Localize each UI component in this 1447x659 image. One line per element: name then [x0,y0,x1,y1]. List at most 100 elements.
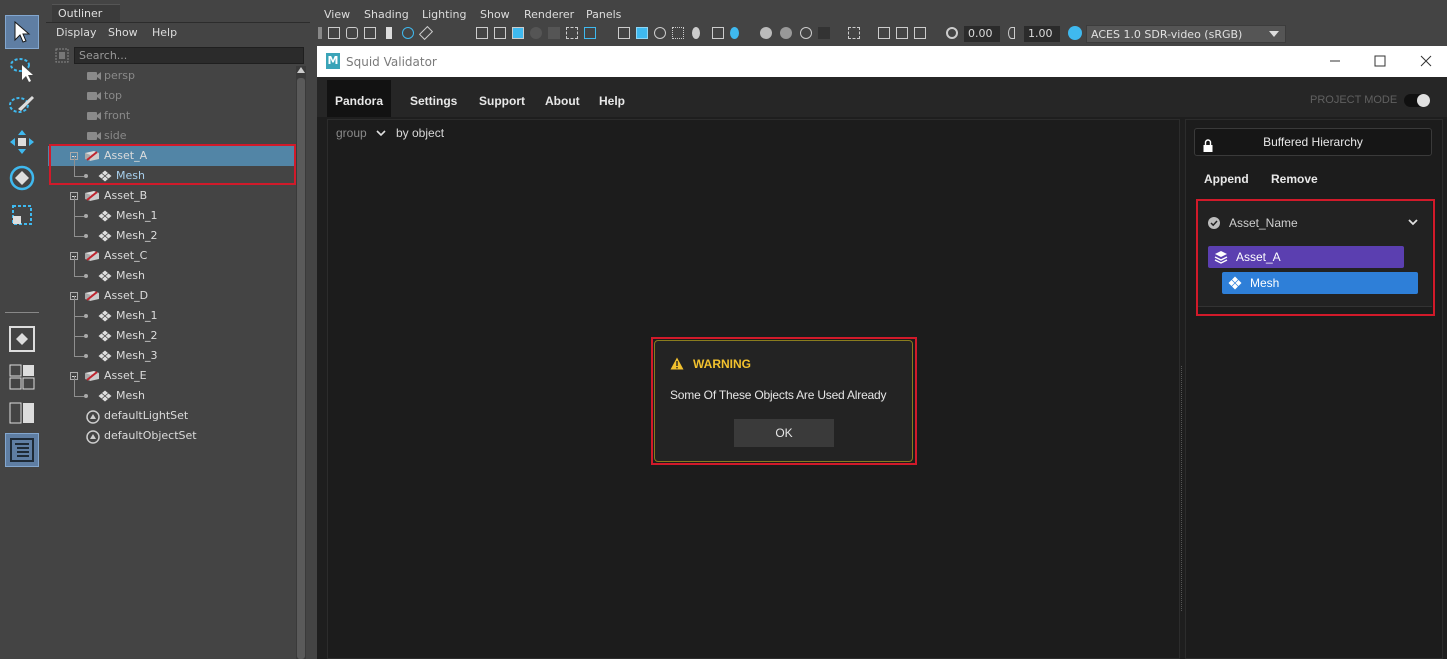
gamma-icon[interactable] [1008,27,1015,39]
append-button[interactable]: Append [1204,172,1249,186]
viewport-menu-renderer[interactable]: Renderer [524,8,574,21]
outliner-mesh-item[interactable]: Mesh [48,256,296,286]
exposure-icon[interactable] [946,27,958,39]
smooth-shade-icon[interactable] [636,27,648,39]
exposure-field[interactable]: 0.00 [964,26,1000,42]
outliner-asset-item[interactable]: Asset_D [48,286,296,306]
outliner-asset-item[interactable]: Asset_B [48,186,296,206]
motion-blur-icon[interactable] [780,27,792,39]
textures-icon[interactable] [730,27,739,39]
group-chevron-down-icon[interactable] [376,127,386,137]
viewport-menu-view[interactable]: View [324,8,350,21]
asset-icon [84,290,100,305]
gate-mask-icon[interactable] [530,27,542,39]
nav-pandora[interactable]: Pandora [327,80,391,117]
outliner-set-item[interactable]: defaultObjectSet [48,426,296,446]
outliner-tab[interactable]: Outliner [52,4,120,22]
card-chevron-down-icon[interactable] [1408,217,1418,227]
scroll-up-icon[interactable] [297,67,305,73]
two-view-layout-icon[interactable] [5,396,39,430]
xray-joints-icon[interactable] [896,27,908,39]
outliner-asset-item[interactable]: Asset_E [48,366,296,386]
single-layout-icon[interactable] [5,322,39,356]
anti-aliasing-icon[interactable] [800,27,812,39]
xray-icon[interactable] [672,27,684,39]
viewport-menu-shading[interactable]: Shading [364,8,409,21]
outliner-menu-help[interactable]: Help [152,26,177,39]
outliner-camera-item[interactable]: persp [48,66,296,86]
color-space-select[interactable]: ACES 1.0 SDR-video (sRGB) [1086,25,1286,43]
outliner-menu-show[interactable]: Show [108,26,138,39]
close-icon[interactable] [1416,52,1436,70]
select-tool-icon[interactable] [5,15,39,49]
remove-button[interactable]: Remove [1271,172,1318,186]
outliner-asset-item[interactable]: Asset_A [48,146,296,166]
scrollbar-thumb[interactable] [297,78,305,659]
nav-help[interactable]: Help [599,94,625,116]
viewport-menu-show[interactable]: Show [480,8,510,21]
viewport-menu-lighting[interactable]: Lighting [422,8,466,21]
image-plane-icon[interactable] [386,27,392,39]
nav-about[interactable]: About [545,94,580,116]
ok-button[interactable]: OK [734,419,834,447]
outliner-mesh-item[interactable]: Mesh_1 [48,296,296,326]
scale-tool-icon[interactable] [5,198,39,232]
depth-of-field-icon[interactable] [818,27,830,39]
rotate-tool-icon[interactable] [5,161,39,195]
outliner-camera-item[interactable]: side [48,126,296,146]
filter-icon[interactable] [54,47,70,64]
maximize-icon[interactable] [1370,52,1390,70]
outliner-mesh-item[interactable]: Mesh [48,376,296,406]
resolution-gate-icon[interactable] [512,27,524,39]
mesh-pill[interactable]: Mesh [1222,272,1418,294]
outliner-asset-item[interactable]: Asset_C [48,246,296,266]
isolate-select-icon[interactable] [848,27,860,39]
safe-title-icon[interactable] [584,27,596,39]
window-titlebar[interactable]: M Squid Validator [317,46,1447,77]
gamma-field[interactable]: 1.00 [1024,26,1060,42]
outliner-mesh-item[interactable]: Mesh [48,156,296,186]
buffered-hierarchy-button[interactable]: Buffered Hierarchy [1194,128,1432,156]
camera-attributes-icon[interactable] [346,27,358,39]
outliner-set-item[interactable]: defaultLightSet [48,406,296,426]
lighting-icon[interactable] [692,27,700,39]
nav-support[interactable]: Support [479,94,525,116]
outliner-camera-item[interactable]: top [48,86,296,106]
outliner-mesh-item[interactable]: Mesh_1 [48,196,296,226]
viewport-menu-panels[interactable]: Panels [586,8,621,21]
camera-select-icon[interactable] [328,27,340,39]
nav-settings[interactable]: Settings [410,94,457,116]
outliner-mesh-item[interactable]: Mesh_2 [48,316,296,346]
outliner-menu-display[interactable]: Display [56,26,97,39]
outliner-mesh-item[interactable]: Mesh_2 [48,216,296,246]
project-mode-label: PROJECT MODE [1310,94,1398,106]
lasso-tool-icon[interactable] [5,52,39,86]
grease-pencil-icon[interactable] [418,25,434,41]
film-gate-icon[interactable] [494,27,506,39]
color-management-icon[interactable] [1068,26,1082,40]
bookmark-icon[interactable] [364,27,376,39]
field-chart-icon[interactable] [548,27,560,39]
outliner-camera-item[interactable]: front [48,106,296,126]
move-tool-icon[interactable] [5,125,39,159]
four-view-layout-icon[interactable] [5,360,39,394]
outliner-search-input[interactable]: Search... [74,47,304,64]
2d-pan-zoom-icon[interactable] [402,27,414,39]
outliner-scrollbar[interactable] [296,66,306,659]
project-mode-toggle[interactable] [1404,94,1430,107]
default-material-icon[interactable] [654,27,666,39]
minimize-icon[interactable] [1325,52,1345,70]
grid-icon[interactable] [476,27,488,39]
outliner-mesh-item[interactable]: Mesh_3 [48,336,296,366]
outliner-layout-icon[interactable] [5,433,39,467]
hud-icon[interactable] [878,27,890,39]
safe-action-icon[interactable] [566,27,578,39]
ambient-occlusion-icon[interactable] [760,27,772,39]
xray-active-icon[interactable] [914,27,926,39]
asset-pill[interactable]: Asset_A [1208,246,1404,268]
panel-splitter[interactable] [1181,366,1183,611]
shadows-icon[interactable] [712,27,724,39]
paint-select-icon[interactable] [5,88,39,122]
group-select-value[interactable]: by object [396,126,444,140]
wireframe-icon[interactable] [618,27,630,39]
